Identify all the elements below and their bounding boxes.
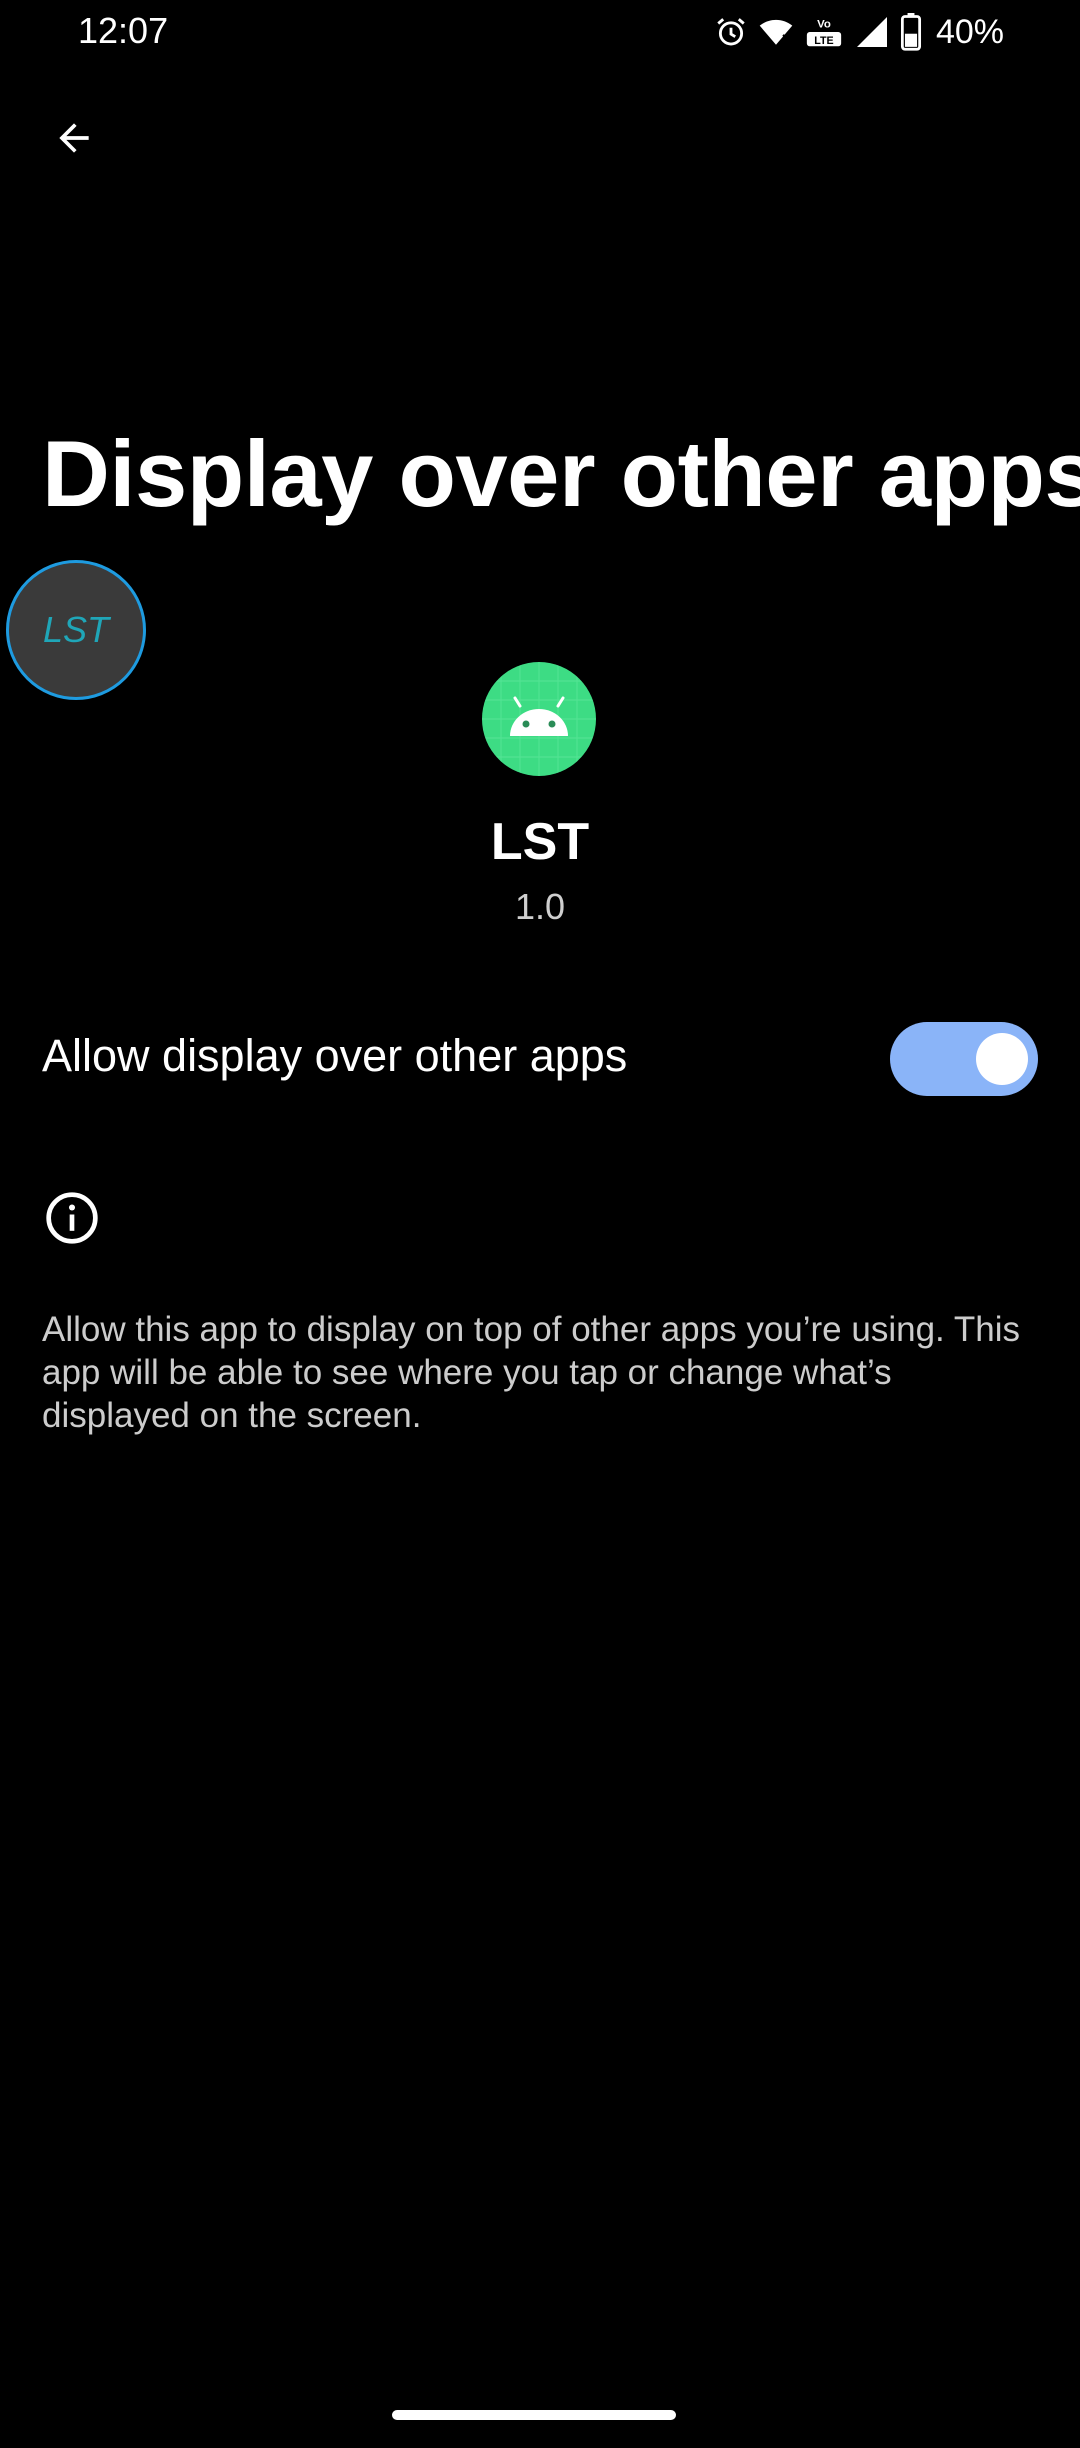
status-time: 12:07 [78,10,169,51]
status-icons: Vo LTE 40% [714,12,1004,52]
status-bar: 12:07 Vo LTE 40% [0,0,1080,64]
volte-icon: Vo LTE [804,14,844,50]
arrow-back-icon [59,123,89,153]
info-description: Allow this app to display on top of othe… [42,1310,1020,1435]
alarm-icon [714,15,748,49]
back-button[interactable] [40,104,108,172]
screen: 12:07 Vo LTE 40% Display over other apps… [0,0,1080,2448]
battery-percent: 40% [935,12,1004,51]
signal-icon [854,14,890,50]
wifi-icon [758,15,794,49]
permission-label: Allow display over other apps [42,1030,628,1081]
overlay-bubble[interactable]: LST [6,560,146,700]
toggle-thumb [976,1033,1028,1085]
allow-overlay-toggle[interactable] [890,1022,1038,1096]
battery-icon [900,13,922,51]
permission-toggle-row[interactable]: Allow display over other apps [0,1000,1080,1120]
overlay-bubble-label: LST [42,609,110,650]
page-title: Display over other apps [42,421,1080,526]
svg-text:Vo: Vo [817,19,831,31]
gesture-nav-handle[interactable] [392,2410,676,2420]
info-icon [44,1190,100,1246]
app-name: LST [490,813,590,871]
android-icon [482,662,596,776]
svg-text:LTE: LTE [814,35,833,47]
app-version: 1.0 [514,886,566,927]
